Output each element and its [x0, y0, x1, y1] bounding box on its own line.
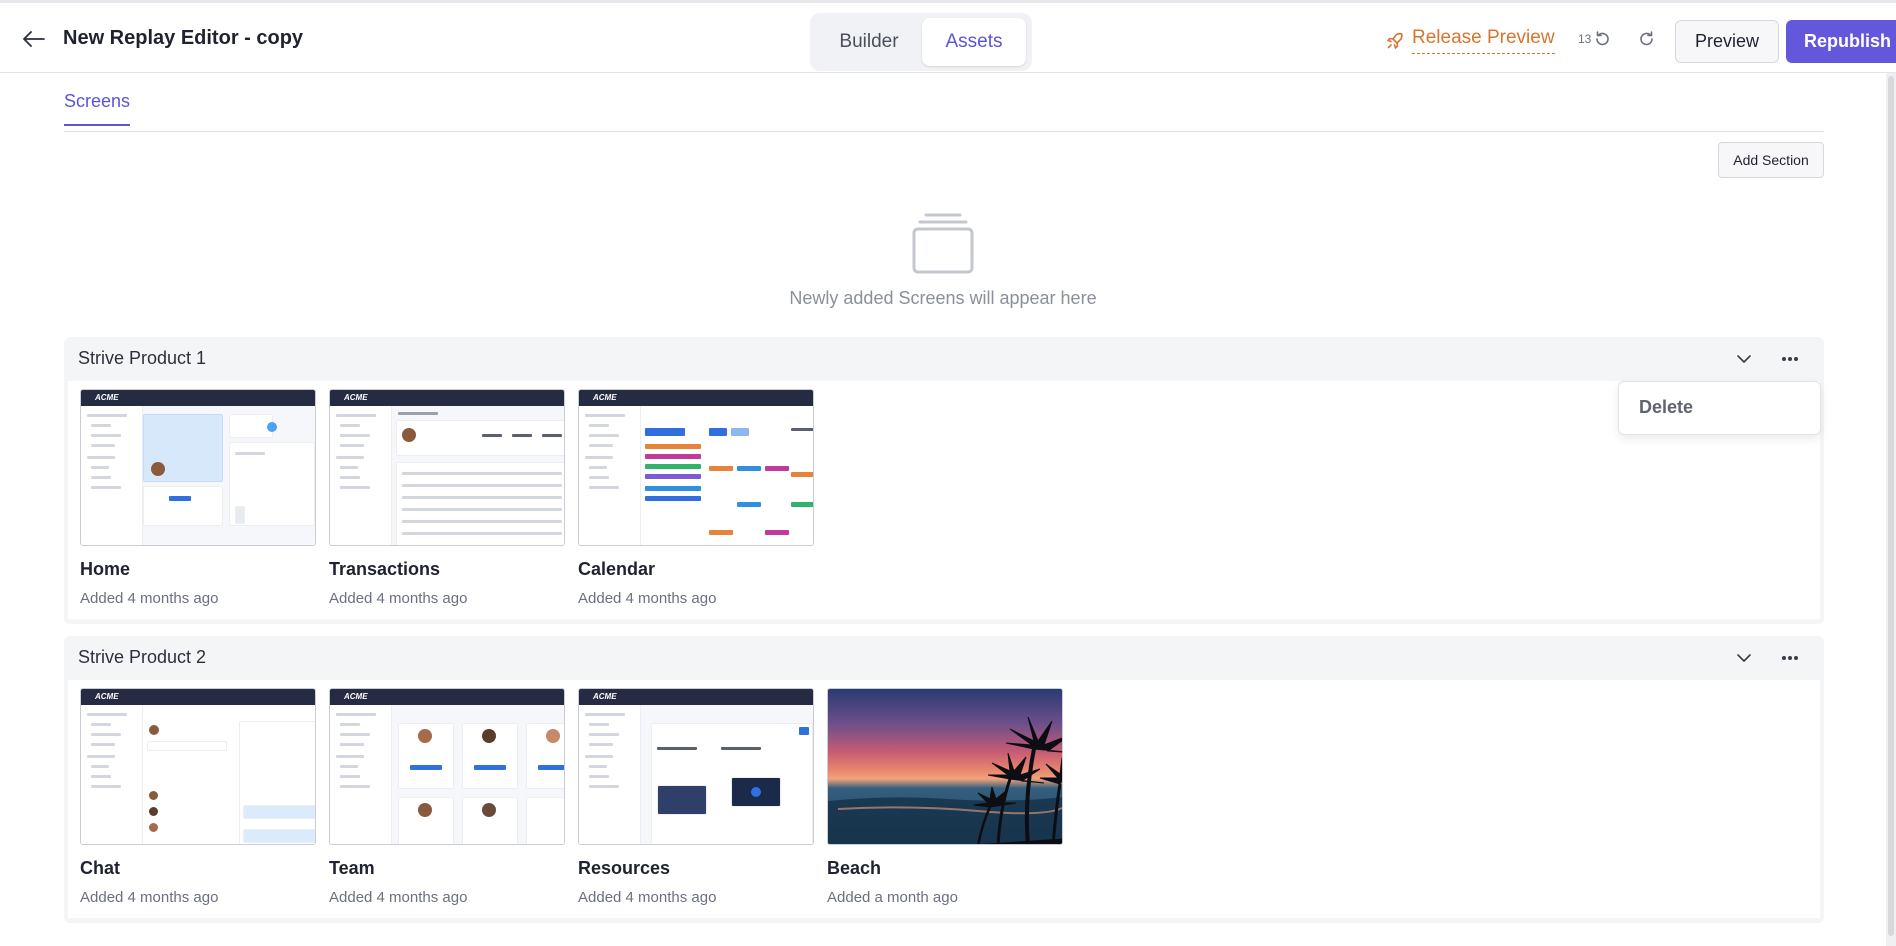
- add-section-button[interactable]: Add Section: [1718, 142, 1824, 178]
- screen-added-date: Added 4 months ago: [329, 590, 468, 607]
- mode-toggle: Builder Assets: [810, 13, 1032, 71]
- more-options-icon[interactable]: [1780, 648, 1800, 673]
- screen-added-date: Added 4 months ago: [578, 889, 717, 906]
- empty-state-text: Newly added Screens will appear here: [789, 288, 1097, 308]
- tab-screens[interactable]: Screens: [64, 91, 131, 126]
- screen-card-beach[interactable]: Beach Added a month ago: [827, 688, 1063, 906]
- rocket-icon: [1387, 32, 1403, 49]
- screen-name: Transactions: [329, 559, 441, 579]
- screen-thumbnail[interactable]: ACME: [578, 389, 814, 546]
- section-body: ACME: [68, 680, 1820, 918]
- release-preview-button[interactable]: Release Preview: [1386, 27, 1555, 54]
- screen-card-resources[interactable]: ACME Resources Added 4 months ago: [578, 688, 814, 906]
- screen-card-team[interactable]: ACME Team Added 4 months ago: [329, 688, 565, 906]
- screen-thumbnail[interactable]: ACME: [329, 688, 565, 845]
- screen-thumbnail[interactable]: [827, 688, 1063, 845]
- section-header: Strive Product 1: [64, 337, 1824, 381]
- stack-icon: [912, 213, 974, 274]
- section-options-menu: Delete: [1618, 381, 1821, 435]
- empty-state: Newly added Screens will appear here: [740, 212, 1146, 309]
- screen-added-date: Added a month ago: [827, 889, 958, 906]
- republish-button[interactable]: Republish: [1786, 20, 1896, 63]
- more-options-icon[interactable]: [1780, 349, 1800, 374]
- chevron-down-icon[interactable]: [1734, 349, 1754, 374]
- undo-button[interactable]: 13: [1578, 30, 1611, 48]
- screen-name: Beach: [827, 858, 882, 878]
- screen-added-date: Added 4 months ago: [329, 889, 468, 906]
- logo: ACME: [95, 692, 119, 701]
- logo: ACME: [344, 393, 368, 402]
- section-strive-product-2: Strive Product 2 ACME Chat Added 4 month…: [64, 636, 1824, 923]
- logo: ACME: [344, 692, 368, 701]
- screen-name: Calendar: [578, 559, 656, 579]
- back-arrow-icon[interactable]: [20, 25, 48, 53]
- screen-thumbnail[interactable]: ACME: [329, 389, 565, 546]
- undo-icon: [1596, 31, 1610, 46]
- preview-button[interactable]: Preview: [1675, 20, 1779, 63]
- section-strive-product-1: Strive Product 1 ACME Home Added 4 month…: [64, 337, 1824, 624]
- screen-card-transactions[interactable]: ACME Transactions Added 4 months ago: [329, 389, 565, 607]
- screen-name: Team: [329, 858, 375, 878]
- chevron-down-icon[interactable]: [1734, 648, 1754, 673]
- page-title: New Replay Editor - copy: [63, 27, 304, 49]
- tab-assets[interactable]: Assets: [922, 18, 1026, 66]
- screen-thumbnail[interactable]: ACME: [578, 688, 814, 845]
- screen-name: Chat: [80, 858, 120, 878]
- logo: ACME: [593, 393, 617, 402]
- screen-added-date: Added 4 months ago: [80, 889, 219, 906]
- screen-added-date: Added 4 months ago: [578, 590, 717, 607]
- screen-card-home[interactable]: ACME Home Added 4 months ago: [80, 389, 316, 607]
- undo-count: 13: [1578, 32, 1592, 46]
- screen-name: Resources: [578, 858, 671, 878]
- logo: ACME: [593, 692, 617, 701]
- section-body: ACME: [68, 381, 1820, 619]
- redo-icon[interactable]: [1638, 30, 1656, 53]
- screen-thumbnail[interactable]: ACME: [80, 389, 316, 546]
- screen-card-calendar[interactable]: ACME Calendar Added 4 months ago: [578, 389, 814, 607]
- delete-menu-item[interactable]: Delete: [1639, 397, 1693, 418]
- section-header: Strive Product 2: [64, 636, 1824, 680]
- section-title: Strive Product 2: [78, 647, 207, 667]
- top-bar: New Replay Editor - copy Builder Assets …: [0, 0, 1896, 73]
- logo: ACME: [95, 393, 119, 402]
- page-tabs: Screens: [64, 74, 1824, 132]
- palm-trees-image: [828, 716, 1062, 844]
- screen-added-date: Added 4 months ago: [80, 590, 219, 607]
- tab-builder[interactable]: Builder: [816, 18, 922, 66]
- screen-name: Home: [80, 559, 131, 579]
- section-title: Strive Product 1: [78, 348, 207, 368]
- screen-thumbnail[interactable]: ACME: [80, 688, 316, 845]
- screen-card-chat[interactable]: ACME Chat Added 4 months ago: [80, 688, 316, 906]
- release-preview-label: Release Preview: [1412, 27, 1555, 54]
- scrollbar-thumb[interactable]: [1888, 76, 1894, 936]
